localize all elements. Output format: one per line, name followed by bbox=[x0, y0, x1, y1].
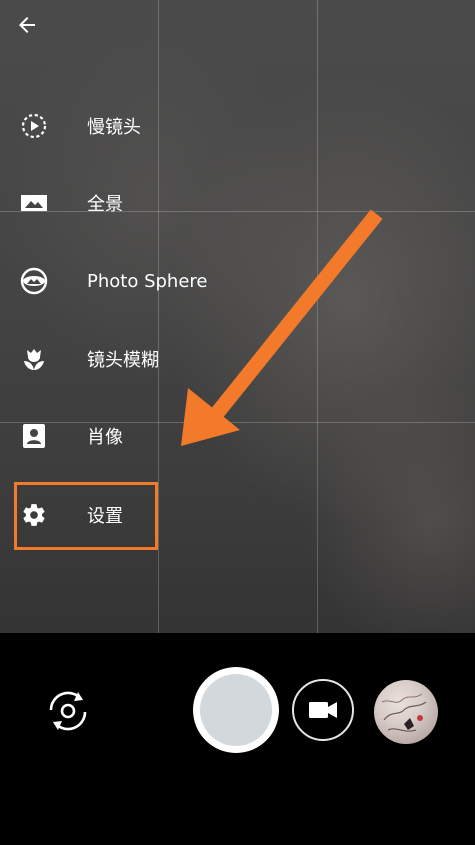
menu-label-portrait: 肖像 bbox=[87, 427, 123, 448]
menu-item-portrait[interactable]: 肖像 bbox=[0, 404, 300, 468]
highlight-box bbox=[14, 482, 158, 550]
menu-label-panorama: 全景 bbox=[87, 194, 123, 215]
menu-label-lens-blur: 镜头模糊 bbox=[87, 350, 159, 371]
slow-motion-icon bbox=[19, 111, 49, 141]
tulip-lens-blur-icon bbox=[19, 344, 49, 374]
menu-label-photo-sphere: Photo Sphere bbox=[87, 270, 208, 292]
switch-camera-icon bbox=[49, 691, 87, 731]
gallery-preview-image bbox=[381, 693, 427, 732]
menu-item-panorama[interactable]: 全景 bbox=[0, 171, 300, 235]
menu-item-slow-motion[interactable]: 慢镜头 bbox=[0, 94, 300, 158]
shutter-button[interactable] bbox=[193, 667, 279, 753]
panorama-icon bbox=[19, 188, 49, 218]
gallery-thumbnail[interactable] bbox=[374, 680, 438, 744]
switch-camera-button[interactable] bbox=[42, 685, 94, 737]
back-button[interactable] bbox=[12, 10, 42, 40]
menu-item-lens-blur[interactable]: 镜头模糊 bbox=[0, 327, 300, 391]
arrow-back-icon bbox=[19, 17, 35, 33]
menu-item-photo-sphere[interactable]: Photo Sphere bbox=[0, 249, 300, 313]
grid-line-vertical-2 bbox=[317, 0, 318, 633]
menu-label-slow-motion: 慢镜头 bbox=[87, 117, 141, 138]
portrait-icon bbox=[19, 421, 49, 451]
photo-sphere-icon bbox=[19, 266, 49, 296]
shutter-inner bbox=[200, 674, 272, 746]
videocam-icon bbox=[309, 702, 337, 718]
video-mode-button[interactable] bbox=[292, 679, 354, 741]
